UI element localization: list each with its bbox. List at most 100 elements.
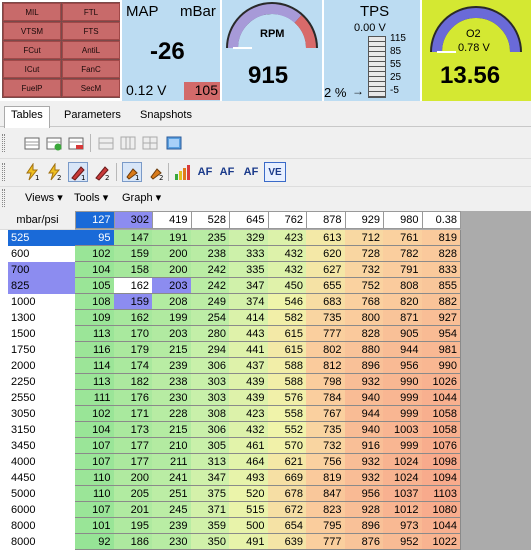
table-cell[interactable]: 678	[267, 486, 307, 502]
table-cell[interactable]: 107	[75, 502, 115, 518]
table-cell[interactable]: 210	[152, 438, 192, 454]
table-cell[interactable]: 195	[113, 518, 153, 534]
table-cell[interactable]: 802	[306, 342, 346, 358]
table-cell[interactable]: 306	[190, 358, 230, 374]
row-header[interactable]: 5000	[8, 486, 75, 502]
table-cell[interactable]: 200	[113, 470, 153, 486]
menu-views[interactable]: Views ▾	[25, 191, 63, 204]
table-cell[interactable]: 520	[229, 486, 269, 502]
table-cell[interactable]: 756	[306, 454, 346, 470]
table-cell[interactable]: 441	[229, 342, 269, 358]
table-cell[interactable]: 784	[306, 390, 346, 406]
row-header[interactable]: 6000	[8, 502, 75, 518]
table-cell[interactable]: 493	[229, 470, 269, 486]
row-header[interactable]: 8000	[8, 518, 75, 534]
table-cell[interactable]: 1094	[421, 470, 461, 486]
table-cell[interactable]: 242	[190, 262, 230, 278]
table-cell[interactable]: 414	[229, 310, 269, 326]
table-cell[interactable]: 251	[152, 486, 192, 502]
table-cell[interactable]: 347	[190, 470, 230, 486]
table-cell[interactable]: 882	[421, 294, 461, 310]
table-cell[interactable]: 215	[152, 422, 192, 438]
table-cell[interactable]: 239	[152, 358, 192, 374]
table-cell[interactable]: 374	[229, 294, 269, 310]
table-cell[interactable]: 230	[152, 534, 192, 550]
table-cell[interactable]: 245	[152, 502, 192, 518]
table-cell[interactable]: 238	[152, 374, 192, 390]
table-cell[interactable]: 105	[75, 278, 115, 294]
table-cell[interactable]: 199	[152, 310, 192, 326]
lightning-2-icon[interactable]: 2	[44, 162, 64, 182]
table-cell[interactable]: 238	[190, 246, 230, 262]
table-cell[interactable]: 249	[190, 294, 230, 310]
table-cell[interactable]: 186	[113, 534, 153, 550]
table-cell[interactable]: 940	[344, 422, 384, 438]
row-header[interactable]: 825	[8, 278, 75, 294]
table-cell[interactable]: 171	[113, 406, 153, 422]
table-cell[interactable]: 613	[306, 230, 346, 246]
table-cell[interactable]: 230	[152, 390, 192, 406]
table-cell[interactable]: 981	[421, 342, 461, 358]
table-cell[interactable]: 113	[75, 326, 115, 342]
column-header[interactable]: 528	[190, 211, 230, 229]
table-cell[interactable]: 101	[75, 518, 115, 534]
table-cell[interactable]: 491	[229, 534, 269, 550]
table-cell[interactable]: 203	[152, 326, 192, 342]
table-cell[interactable]: 847	[306, 486, 346, 502]
row-header[interactable]: 4450	[8, 470, 75, 486]
table-cell[interactable]: 109	[75, 310, 115, 326]
table-cell[interactable]: 621	[267, 454, 307, 470]
table-cell[interactable]: 782	[383, 246, 423, 262]
table-cell[interactable]: 176	[113, 390, 153, 406]
table-cell[interactable]: 932	[344, 454, 384, 470]
table-cell[interactable]: 669	[267, 470, 307, 486]
table-cell[interactable]: 819	[306, 470, 346, 486]
table-cell[interactable]: 182	[113, 374, 153, 390]
table-cell[interactable]: 162	[113, 310, 153, 326]
table-cell[interactable]: 798	[306, 374, 346, 390]
table-cell[interactable]: 552	[267, 422, 307, 438]
table-cell[interactable]: 335	[229, 262, 269, 278]
table-cell[interactable]: 179	[113, 342, 153, 358]
table-cell[interactable]: 615	[267, 342, 307, 358]
row-header[interactable]: 2550	[8, 390, 75, 406]
table-cell[interactable]: 113	[75, 374, 115, 390]
table-cell[interactable]: 777	[306, 326, 346, 342]
row-header[interactable]: 3450	[8, 438, 75, 454]
row-header[interactable]: 1300	[8, 310, 75, 326]
table-cell[interactable]: 627	[306, 262, 346, 278]
delete-table-icon[interactable]	[66, 133, 86, 153]
table-cell[interactable]: 347	[229, 278, 269, 294]
table-cell[interactable]: 423	[229, 406, 269, 422]
table-cell[interactable]: 92	[75, 534, 115, 550]
table-cell[interactable]: 461	[229, 438, 269, 454]
grid-icon[interactable]	[140, 133, 160, 153]
table-cell[interactable]: 712	[344, 230, 384, 246]
pin-1-icon[interactable]: 1	[122, 162, 142, 182]
table-cell[interactable]: 1076	[421, 438, 461, 454]
table-cell[interactable]: 1037	[383, 486, 423, 502]
table-cell[interactable]: 333	[229, 246, 269, 262]
columns-icon[interactable]	[118, 133, 138, 153]
table-cell[interactable]: 500	[229, 518, 269, 534]
table-cell[interactable]: 423	[267, 230, 307, 246]
table-cell[interactable]: 162	[113, 278, 153, 294]
table-cell[interactable]: 211	[152, 454, 192, 470]
column-header[interactable]: 762	[267, 211, 307, 229]
table-cell[interactable]: 303	[190, 390, 230, 406]
table-cell[interactable]: 876	[344, 534, 384, 550]
row-header[interactable]: 600	[8, 246, 75, 262]
table-cell[interactable]: 200	[152, 262, 192, 278]
table-cell[interactable]: 905	[383, 326, 423, 342]
table-cell[interactable]: 932	[344, 374, 384, 390]
table-cell[interactable]: 215	[152, 342, 192, 358]
table-cell[interactable]: 1098	[421, 454, 461, 470]
image-icon[interactable]	[164, 133, 184, 153]
table-cell[interactable]: 107	[75, 454, 115, 470]
table-cell[interactable]: 306	[190, 422, 230, 438]
af-icon[interactable]: AF	[194, 162, 216, 182]
table-cell[interactable]: 956	[344, 486, 384, 502]
table-cell[interactable]: 927	[421, 310, 461, 326]
table-cell[interactable]: 254	[190, 310, 230, 326]
table-cell[interactable]: 546	[267, 294, 307, 310]
